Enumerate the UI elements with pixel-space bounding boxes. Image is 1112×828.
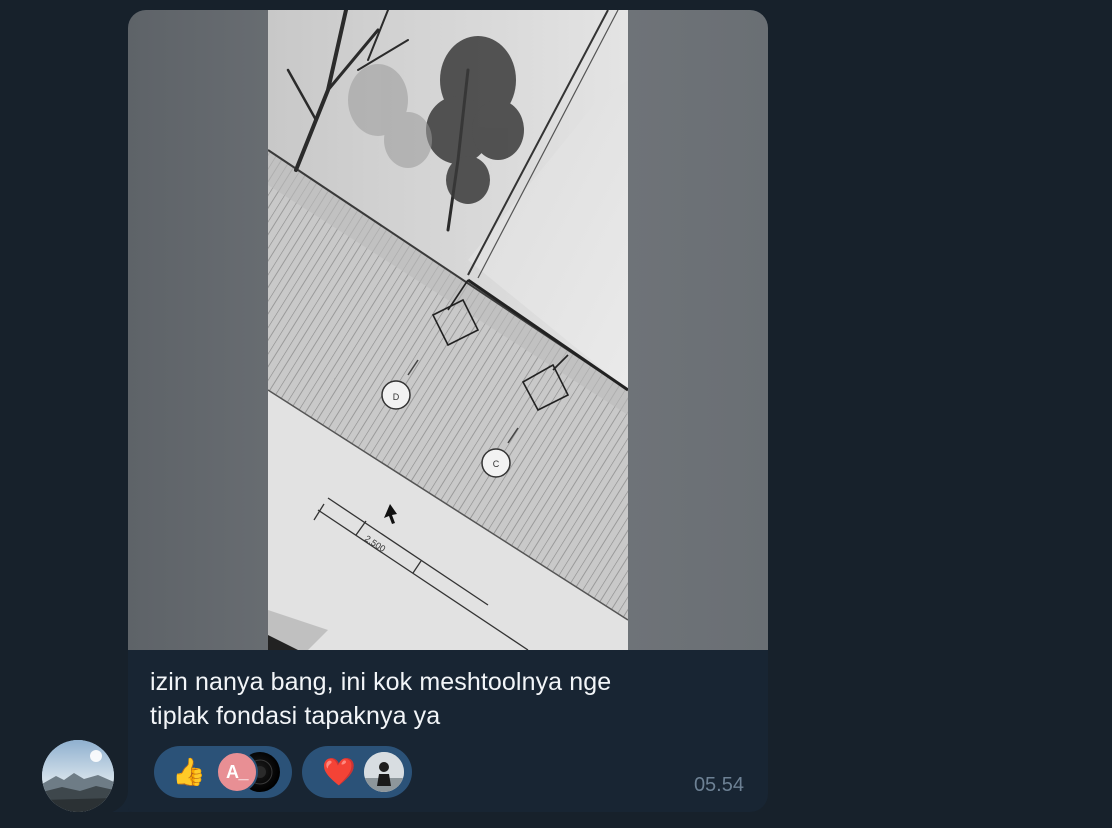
- reaction-thumbs-up[interactable]: 👍 A_: [154, 746, 292, 798]
- message-timestamp: 05.54: [693, 774, 744, 796]
- grid-label-d: D: [393, 392, 400, 402]
- message-text-line-2: tiplak fondasi tapaknya ya: [150, 702, 441, 730]
- message-text: izin nanya bang, ini kok meshtoolnya nge…: [150, 665, 740, 733]
- reaction-heart[interactable]: ❤️: [302, 746, 412, 798]
- grid-label-c: C: [493, 459, 500, 469]
- heart-icon: ❤️: [322, 757, 356, 787]
- chat-view: D C 2.500 izin nanya bang, ini kok mesht…: [0, 0, 1112, 828]
- message-text-line-1: izin nanya bang, ini kok meshtoolnya nge: [150, 668, 612, 696]
- message-bubble[interactable]: D C 2.500 izin nanya bang, ini kok mesht…: [128, 10, 768, 812]
- reactor-avatar-person: [364, 752, 404, 792]
- message-photo[interactable]: D C 2.500: [128, 10, 768, 650]
- thumbs-up-icon: 👍: [172, 757, 206, 787]
- reactor-avatar-initials: A_: [216, 751, 258, 793]
- photo-content: D C 2.500: [268, 10, 628, 650]
- sender-avatar[interactable]: [42, 740, 114, 812]
